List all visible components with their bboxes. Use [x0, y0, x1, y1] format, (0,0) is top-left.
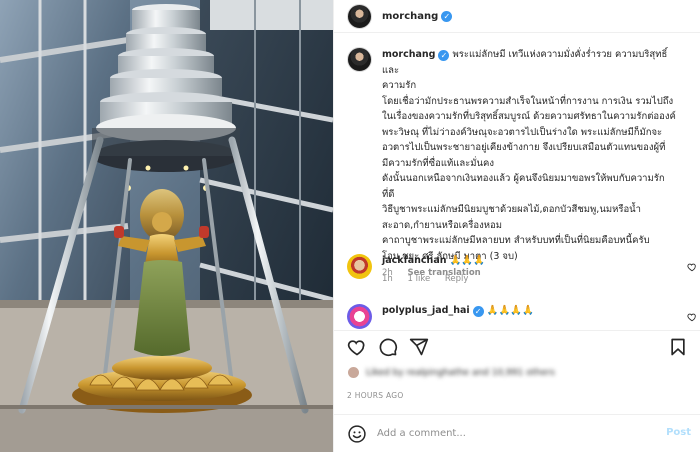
caption-avatar[interactable] [347, 47, 372, 72]
heart-icon[interactable] [347, 337, 367, 357]
caption-username[interactable]: morchang [382, 49, 435, 60]
caption: morchang ✓ พระแม่ลักษมี เทวีแห่งความมั่งค… [347, 47, 692, 278]
caption-text: morchang ✓ พระแม่ลักษมี เทวีแห่งความมั่งค… [382, 47, 682, 264]
comment-icon[interactable] [378, 337, 398, 357]
verified-icon: ✓ [441, 10, 453, 22]
lakshmi-shrine-image [0, 0, 333, 452]
caption-line: ที่ดี [382, 188, 395, 200]
emoji-icon[interactable] [347, 424, 367, 444]
add-comment-input[interactable] [377, 428, 657, 439]
comment-time[interactable]: 1h [382, 274, 393, 284]
post-sidebar: morchang ✓ morchang ✓ พระแม่ลักษมี เทวีแห… [333, 0, 700, 452]
post-photo[interactable] [0, 0, 333, 452]
comment-text: 🙏🙏🙏🙏 [486, 305, 535, 316]
caption-line: ดังนั้นนอกเหนือจากเงินทองแล้ว ผู้คนจึงนิ… [382, 173, 665, 184]
post-header: morchang ✓ [334, 0, 700, 33]
comment-username[interactable]: polyplus_jad_hai [382, 305, 470, 316]
comment-text: 🙏🙏🙏 [449, 255, 486, 266]
share-icon[interactable] [409, 337, 429, 357]
comment-item: jackfanchan 🙏🙏🙏 1h 1 like Reply [347, 254, 697, 284]
caption-line: มีความรักที่ซื่อแท้และมั่นคง [382, 157, 495, 169]
post-date[interactable]: 2 HOURS AGO [347, 391, 404, 400]
likes-text[interactable]: Liked by realpinghathe and 10,991 others [366, 368, 555, 378]
comment-avatar[interactable] [347, 304, 372, 329]
likes-summary[interactable]: Liked by realpinghathe and 10,991 others [347, 366, 555, 379]
post-comment-button[interactable]: Post [666, 427, 691, 438]
add-comment-bar: Post [334, 414, 700, 452]
reply-button[interactable]: Reply [445, 274, 469, 284]
post-actions [334, 330, 700, 360]
caption-line: ในเรื่องของความรักที่บริสุทธิ์สมบูรณ์ ด้… [382, 111, 676, 122]
liker-avatar [347, 366, 360, 379]
caption-line: อวตารไปเป็นพระชายาอยู่เคียงข้างกาย จึงเป… [382, 142, 666, 153]
comment-username[interactable]: jackfanchan [382, 255, 447, 266]
comment-like-heart-icon[interactable] [687, 262, 697, 272]
bookmark-icon[interactable] [668, 337, 688, 357]
comment-like-heart-icon[interactable] [687, 312, 697, 322]
comments-scroll-area[interactable]: morchang ✓ พระแม่ลักษมี เทวีแห่งความมั่งค… [334, 34, 700, 330]
verified-icon: ✓ [438, 50, 450, 61]
avatar[interactable] [347, 3, 372, 29]
caption-line: โดยเชื่อว่ามักประธานพรความสำเร็จในหน้าที… [382, 95, 674, 107]
caption-line: สะอาด,กำยานหรือเครื่องหอม [382, 219, 502, 231]
caption-line: พระวิษณุ ที่ไม่ว่าองค์วิษณุจะอวตารไปเป็น… [382, 126, 663, 138]
caption-line: คาถาบูชาพระแม่ลักษมีหลายบท สำหรับบทที่เป… [382, 235, 650, 246]
comment-avatar[interactable] [347, 254, 372, 279]
verified-icon: ✓ [472, 306, 484, 317]
comment-item: polyplus_jad_hai ✓ 🙏🙏🙏🙏 [347, 304, 697, 329]
caption-line: วิธีบูชาพระแม่ลักษมีนิยมบูชาด้วยผลไม้,ดอ… [382, 204, 641, 215]
caption-line: ความรัก [382, 80, 417, 91]
comment-likes[interactable]: 1 like [408, 274, 431, 284]
header-username[interactable]: morchang [382, 11, 438, 22]
